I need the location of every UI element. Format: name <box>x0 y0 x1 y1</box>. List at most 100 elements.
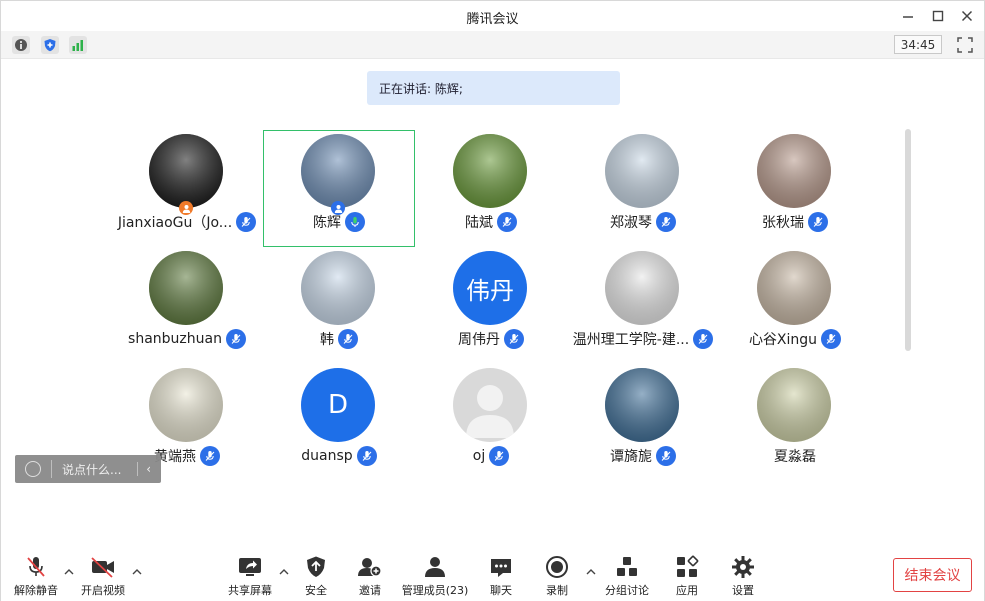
avatar <box>757 368 831 442</box>
avatar <box>757 251 831 325</box>
avatar-photo-icon <box>757 251 831 325</box>
signal-bars-icon <box>72 40 83 51</box>
record-icon <box>544 555 570 579</box>
end-meeting-button[interactable]: 结束会议 <box>893 558 972 592</box>
mic-speaking-icon[interactable] <box>345 212 365 232</box>
security-shield-button[interactable] <box>41 36 59 54</box>
apps-grid-icon <box>674 555 700 579</box>
participant-name: JianxiaoGu（Jo... <box>117 215 233 231</box>
participant-name-row: JianxiaoGu（Jo... <box>111 212 263 232</box>
participant-name-row: duansp <box>263 446 415 466</box>
participant-name-row: 周伟丹 <box>415 329 567 349</box>
record-label: 录制 <box>546 584 568 597</box>
mic-muted-icon[interactable] <box>225 329 246 349</box>
mic-muted-icon[interactable] <box>504 329 524 349</box>
avatar-photo-icon <box>301 134 375 208</box>
chat-label: 聊天 <box>490 584 512 597</box>
close-button[interactable] <box>956 5 978 27</box>
participant-name: 夏淼磊 <box>774 449 816 465</box>
manage-members-button[interactable]: 管理成员(23) <box>399 555 471 598</box>
meeting-toolbar: 解除静音 开启视频 共享屏幕 安全 邀请 管理成员(23) 聊天 录制 分组讨论… <box>1 547 984 601</box>
meeting-timer: 34:45 <box>894 35 942 54</box>
participant-tile[interactable]: 郑淑琴 <box>567 130 719 247</box>
participant-tile[interactable]: 伟丹周伟丹 <box>415 247 567 364</box>
avatar-photo-icon <box>757 368 831 442</box>
participant-name-row: 张秋瑞 <box>719 212 871 232</box>
participant-name-row: 谭旖旎 <box>567 446 719 466</box>
avatar: 伟丹 <box>453 251 527 325</box>
video-options-chevron-icon[interactable] <box>132 567 142 577</box>
participant-tile[interactable]: 夏淼磊 <box>719 364 871 481</box>
divider <box>51 460 52 478</box>
participant-tile[interactable]: JianxiaoGu（Jo... <box>111 130 263 247</box>
settings-button[interactable]: 设置 <box>708 555 778 598</box>
participant-name-row: 陆斌 <box>415 212 567 232</box>
participant-tile[interactable]: 陈辉 <box>263 130 415 247</box>
participant-tile[interactable]: 陆斌 <box>415 130 567 247</box>
start-video-button[interactable]: 开启视频 <box>68 555 138 598</box>
avatar: D <box>301 368 375 442</box>
record-button[interactable]: 录制 <box>522 555 592 598</box>
start-video-label: 开启视频 <box>81 584 125 597</box>
mic-muted-icon[interactable] <box>808 212 828 232</box>
mic-muted-icon[interactable] <box>489 446 510 466</box>
chat-quick-input[interactable]: 说点什么... ‹ <box>15 455 161 483</box>
participant-tile[interactable]: 谭旖旎 <box>567 364 719 481</box>
participant-name: 心谷Xingu <box>748 332 818 348</box>
fullscreen-icon <box>957 37 973 53</box>
participant-tile[interactable]: 韩 <box>263 247 415 364</box>
participant-name: 韩 <box>320 332 334 348</box>
mic-muted-icon[interactable] <box>356 446 377 466</box>
participant-name-row: 郑淑琴 <box>567 212 719 232</box>
avatar <box>757 134 831 208</box>
network-quality-button[interactable] <box>69 36 87 54</box>
participant-name: 谭旖旎 <box>610 449 652 465</box>
participant-tile[interactable]: 心谷Xingu <box>719 247 871 364</box>
participant-name: 温州理工学院-建... <box>572 332 690 348</box>
fullscreen-button[interactable] <box>956 36 974 54</box>
shield-icon <box>303 555 329 579</box>
participant-tile[interactable]: oj <box>415 364 567 481</box>
window-title: 腾讯会议 <box>466 12 519 27</box>
participant-tile[interactable]: 张秋瑞 <box>719 130 871 247</box>
mic-muted-icon[interactable] <box>821 329 842 349</box>
participant-tile[interactable]: 温州理工学院-建... <box>567 247 719 364</box>
avatar <box>301 251 375 325</box>
participant-name-row: 韩 <box>263 329 415 349</box>
participant-tile[interactable]: shanbuzhuan <box>111 247 263 364</box>
mic-muted-icon[interactable] <box>236 212 257 232</box>
speaking-banner: 正在讲话: 陈辉; <box>367 71 620 105</box>
mic-muted-icon[interactable] <box>693 329 714 349</box>
invite-button[interactable]: 邀请 <box>335 555 405 598</box>
share-screen-button[interactable]: 共享屏幕 <box>215 555 285 598</box>
participant-name-row: oj <box>415 446 567 466</box>
participant-name-row: 心谷Xingu <box>719 329 871 349</box>
mic-muted-icon[interactable] <box>656 212 676 232</box>
manage-members-label: 管理成员(23) <box>401 584 469 597</box>
mic-muted-icon[interactable] <box>497 212 517 232</box>
mic-muted-icon[interactable] <box>200 446 220 466</box>
participant-tile[interactable]: Dduansp <box>263 364 415 481</box>
minimize-button[interactable] <box>897 5 919 27</box>
settings-label: 设置 <box>732 584 754 597</box>
unmute-button[interactable]: 解除静音 <box>1 555 71 598</box>
participant-name: 周伟丹 <box>458 332 500 348</box>
participant-name-row: 温州理工学院-建... <box>567 329 719 349</box>
avatar-photo-icon <box>605 134 679 208</box>
shield-icon <box>44 39 56 52</box>
emoji-icon[interactable] <box>25 461 41 477</box>
apps-label: 应用 <box>676 584 698 597</box>
share-screen-icon <box>237 555 263 579</box>
grid-scrollbar[interactable] <box>905 129 911 351</box>
participant-name: 张秋瑞 <box>762 215 804 231</box>
maximize-icon <box>932 10 944 22</box>
info-icon <box>15 39 27 51</box>
mic-muted-icon[interactable] <box>656 446 676 466</box>
gear-icon <box>730 555 756 579</box>
mic-muted-icon[interactable] <box>338 329 358 349</box>
avatar <box>149 368 223 442</box>
maximize-button[interactable] <box>927 5 949 27</box>
avatar-photo-icon <box>149 251 223 325</box>
collapse-chevron-icon[interactable]: ‹ <box>137 462 151 476</box>
meeting-info-button[interactable] <box>12 36 30 54</box>
